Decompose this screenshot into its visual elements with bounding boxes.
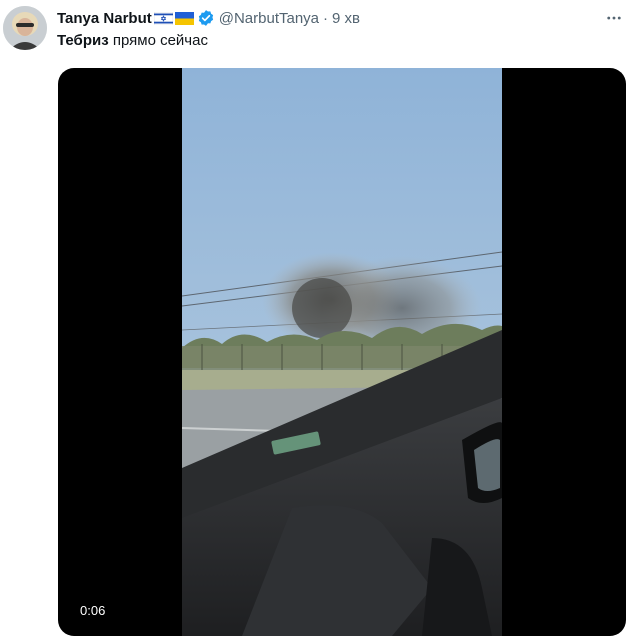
author-handle[interactable]: @NarbutTanya [219,10,319,27]
author-avatar[interactable] [3,6,47,50]
author-name[interactable]: Tanya Narbut [57,10,152,27]
israel-flag-icon [153,11,173,25]
video-frame[interactable] [182,68,502,636]
video-player[interactable]: 0:06 [58,68,626,636]
tweet-text: Тебриз прямо сейчас [57,32,208,49]
verified-badge-icon [197,9,215,27]
tweet-text-bold[interactable]: Тебриз [57,32,109,49]
separator-dot: · [323,9,329,27]
video-duration: 0:06 [80,603,106,618]
ukraine-flag-icon [174,11,194,25]
tweet-header: Tanya Narbut @NarbutTanya · 9 хв [57,7,360,29]
tweet[interactable]: Tanya Narbut @NarbutTanya · 9 хв Тебриз … [0,0,636,642]
more-options-icon [607,16,621,20]
more-options-button[interactable] [601,5,627,31]
tweet-text-rest: прямо сейчас [108,32,208,49]
tweet-timestamp[interactable]: 9 хв [332,10,360,27]
